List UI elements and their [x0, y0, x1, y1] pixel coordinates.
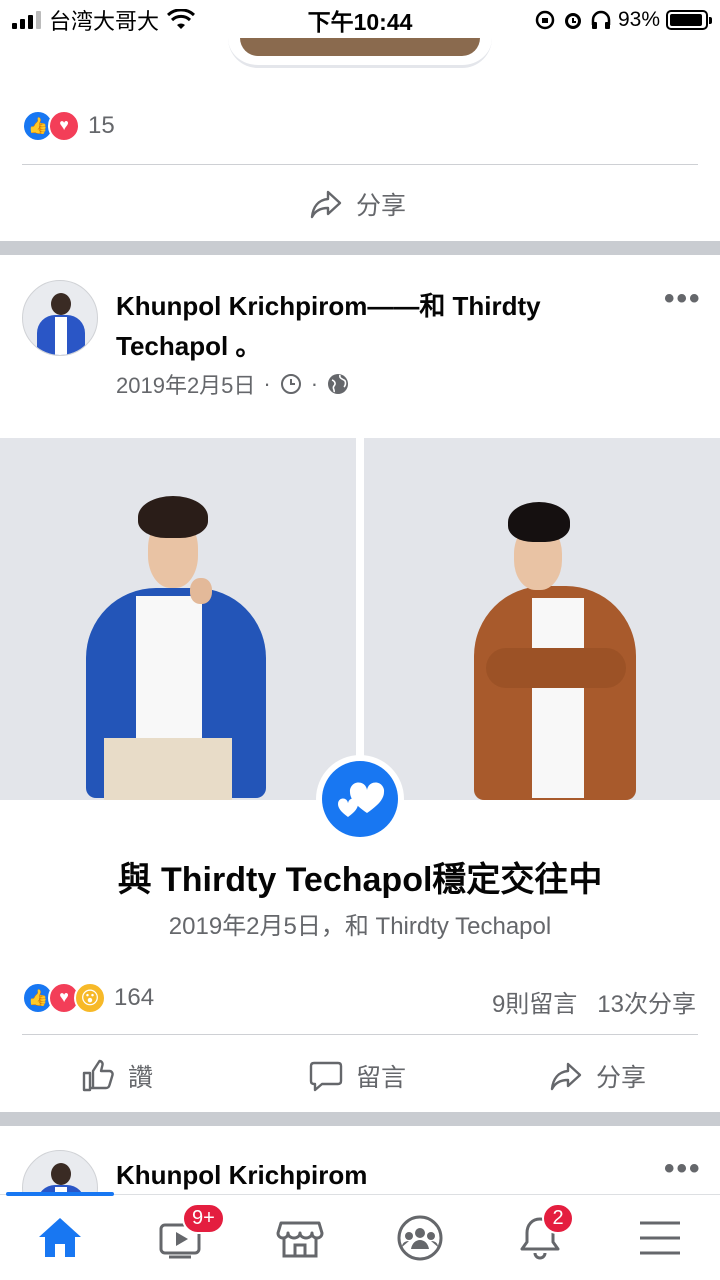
nav-menu[interactable]: [600, 1195, 720, 1280]
meta-separator: ·: [263, 371, 271, 396]
previous-post-reactions[interactable]: 👍 ♥ 15: [22, 110, 115, 142]
more-options-button[interactable]: •••: [664, 282, 702, 316]
relationship-event-badge: [316, 755, 404, 843]
love-reaction-icon: ♥: [48, 110, 80, 142]
alarm-icon: [564, 13, 581, 29]
next-post-author[interactable]: Khunpol Krichpirom: [116, 1160, 367, 1191]
wifi-icon: [167, 9, 196, 29]
like-label: 讚: [128, 1064, 154, 1092]
groups-icon: [397, 1215, 443, 1260]
photo-left[interactable]: [0, 438, 356, 800]
comment-count[interactable]: 9則留言: [492, 984, 577, 1019]
carrier-name: 台湾大哥大: [49, 9, 160, 34]
menu-icon: [640, 1221, 680, 1254]
post-meta: 2019年2月5日 · ·: [116, 368, 350, 400]
photo-right[interactable]: [364, 438, 720, 800]
post-date[interactable]: 2019年2月5日: [116, 368, 255, 400]
post-reactions[interactable]: 👍 ♥ 😮 164: [22, 982, 154, 1014]
active-tab-indicator: [6, 1192, 114, 1196]
comment-button[interactable]: 留言: [308, 1058, 406, 1094]
share-label: 分享: [596, 1064, 647, 1092]
nav-notifications[interactable]: 2: [480, 1195, 600, 1280]
more-options-button[interactable]: •••: [664, 1152, 702, 1186]
post-author-line[interactable]: Khunpol Krichpirom——和 Thirdty Techapol 。: [116, 286, 636, 366]
headphones-icon: [591, 10, 611, 29]
life-event-title: 與 Thirdty Techapol穩定交往中: [117, 861, 603, 899]
comment-icon: [309, 1061, 343, 1092]
share-label: 分享: [356, 192, 407, 220]
share-button[interactable]: 分享: [548, 1058, 646, 1094]
divider: [22, 1034, 698, 1035]
hearts-icon: [337, 782, 385, 817]
post-stats: 9則留言 13次分享: [492, 984, 696, 1019]
video-notification-badge: 9+: [182, 1203, 225, 1234]
divider: [22, 164, 698, 165]
like-button[interactable]: 讚: [80, 1058, 153, 1094]
previous-post-photo[interactable]: [228, 38, 492, 68]
rotation-lock-icon: [535, 10, 555, 30]
globe-icon: [328, 374, 349, 394]
nav-watch[interactable]: 9+: [120, 1195, 240, 1280]
meta-separator-2: ·: [310, 371, 319, 396]
marketplace-icon: [276, 1221, 324, 1257]
bottom-navigation: 9+ 2: [0, 1192, 720, 1280]
battery-percent: 93%: [617, 8, 660, 31]
post-separator: [0, 241, 720, 255]
wow-reaction-icon: 😮: [74, 982, 106, 1014]
share-button[interactable]: 分享: [308, 186, 406, 222]
battery-icon: [666, 10, 712, 30]
nav-groups[interactable]: [360, 1195, 480, 1280]
nav-home[interactable]: [0, 1192, 120, 1280]
signal-icon: [12, 11, 41, 29]
reaction-count: 15: [88, 112, 115, 139]
home-icon: [39, 1217, 81, 1257]
author-line-1[interactable]: Khunpol Krichpirom——和 Thirdty: [116, 286, 636, 326]
thumbs-up-icon: [82, 1059, 114, 1092]
author-line-2[interactable]: Techapol 。: [116, 326, 636, 366]
share-count[interactable]: 13次分享: [597, 984, 696, 1019]
status-bar: 台湾大哥大 下午10:44 93%: [0, 0, 720, 40]
share-icon: [310, 190, 342, 219]
notification-badge: 2: [542, 1203, 574, 1234]
reaction-count: 164: [114, 984, 155, 1011]
author-avatar[interactable]: [22, 280, 98, 356]
nav-marketplace[interactable]: [240, 1195, 360, 1280]
share-icon: [550, 1062, 582, 1091]
life-event-subtitle: 2019年2月5日，和 Thirdty Techapol: [168, 913, 552, 940]
clock-icon: [280, 374, 301, 394]
post-separator: [0, 1112, 720, 1126]
comment-label: 留言: [356, 1064, 407, 1092]
clock: 下午10:44: [307, 9, 413, 35]
